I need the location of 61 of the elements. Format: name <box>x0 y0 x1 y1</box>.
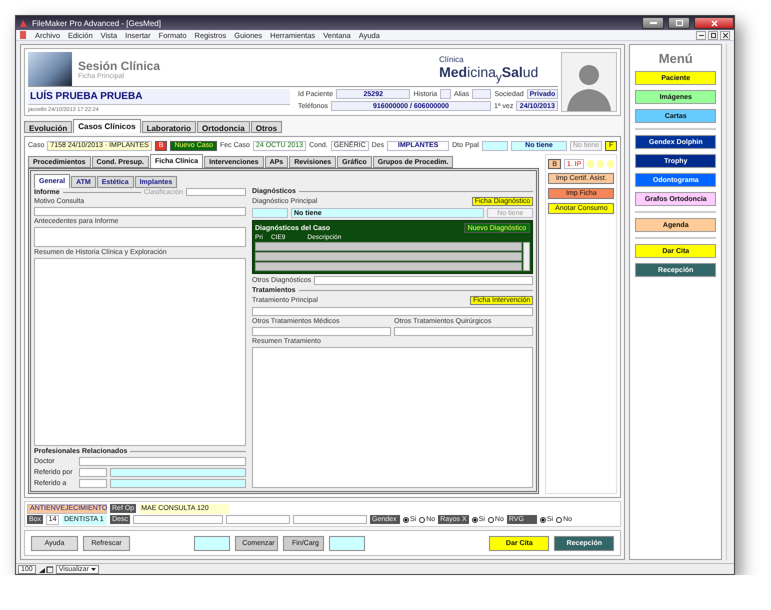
window-title: FileMaker Pro Advanced - [GesMed] <box>32 18 162 28</box>
radio-button[interactable] <box>488 516 494 522</box>
menu-title: Menú <box>658 51 694 66</box>
text-area[interactable] <box>34 227 246 247</box>
text-field[interactable] <box>472 89 492 99</box>
radio-button[interactable] <box>472 516 478 522</box>
input-field[interactable] <box>482 140 508 150</box>
input-field[interactable] <box>133 515 224 524</box>
input-field[interactable] <box>110 479 246 488</box>
maximize-button[interactable] <box>668 17 690 29</box>
minimize-button[interactable] <box>696 30 706 40</box>
page-title: Sesión Clínica <box>78 58 162 72</box>
tab[interactable]: Evolución <box>24 121 72 133</box>
minimize-icon <box>650 22 656 24</box>
tab[interactable]: Laboratorio <box>142 121 196 133</box>
status-dot <box>597 160 604 168</box>
close-icon <box>722 32 728 38</box>
status-dot <box>587 160 594 168</box>
close-icon <box>710 20 718 26</box>
close-button[interactable] <box>694 17 734 29</box>
tab[interactable]: Casos Clínicos <box>73 119 141 133</box>
status-dot <box>607 160 614 168</box>
logo-text: Medicina$_{y}$Salud <box>439 64 538 84</box>
tab[interactable]: Ortodoncia <box>197 121 250 133</box>
input-field[interactable] <box>226 515 290 524</box>
close-button[interactable] <box>720 30 730 40</box>
input-field[interactable] <box>293 515 368 524</box>
input-field[interactable] <box>394 327 534 336</box>
restore-button[interactable] <box>708 30 718 40</box>
document-icon <box>20 31 27 39</box>
input-field[interactable] <box>252 327 392 336</box>
tab[interactable]: Otros <box>250 121 282 133</box>
radio-button[interactable] <box>540 516 546 522</box>
radio-button[interactable] <box>403 516 410 522</box>
text-field[interactable] <box>440 89 451 99</box>
maximize-icon <box>676 20 682 26</box>
minimize-icon <box>698 34 704 36</box>
blank-button[interactable] <box>329 536 366 550</box>
scrollbar[interactable] <box>726 44 734 560</box>
radio-button[interactable] <box>419 516 426 522</box>
scrollbar[interactable] <box>523 242 530 271</box>
layout-toggle-icon[interactable] <box>38 566 53 572</box>
input-field[interactable] <box>79 479 107 488</box>
blank-button[interactable] <box>194 536 230 550</box>
input-field[interactable] <box>314 276 534 285</box>
photo-placeholder <box>28 52 72 86</box>
input-field[interactable] <box>110 468 246 477</box>
app-icon <box>19 18 28 28</box>
logo-caption: Clínica <box>439 54 465 64</box>
radio-button[interactable] <box>556 516 562 522</box>
input-field[interactable] <box>79 468 107 477</box>
input-field[interactable] <box>186 188 246 196</box>
text-area[interactable] <box>252 347 534 488</box>
patient-name: LUÍS PRUEBA PRUEBA <box>28 89 290 105</box>
input-field[interactable] <box>79 457 246 466</box>
input-field[interactable] <box>34 207 246 216</box>
caret-icon <box>90 568 96 570</box>
restore-icon <box>710 32 716 38</box>
input-field[interactable] <box>252 208 288 218</box>
minimize-button[interactable] <box>642 17 664 29</box>
input-field[interactable] <box>252 307 534 316</box>
